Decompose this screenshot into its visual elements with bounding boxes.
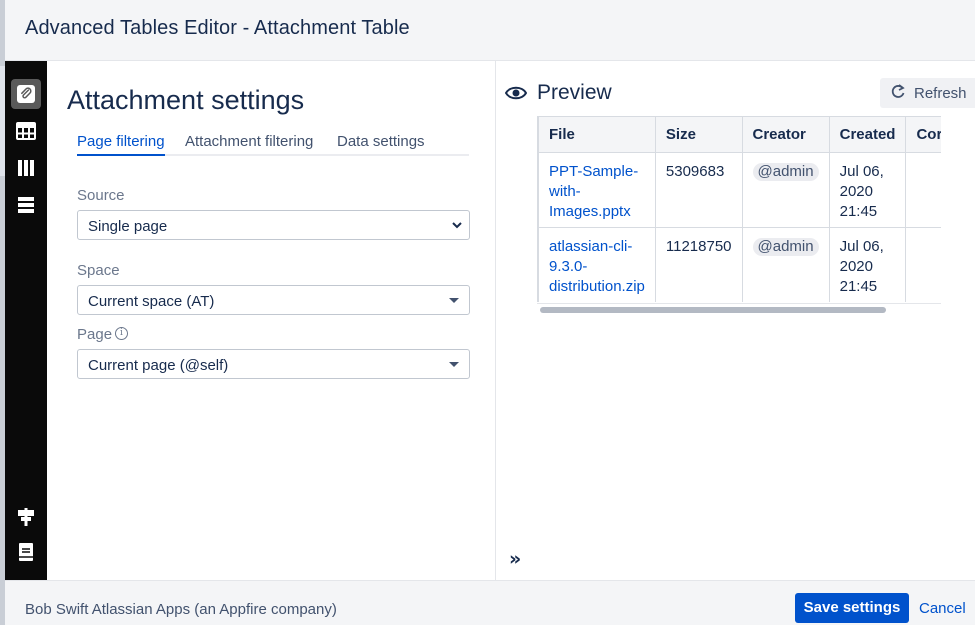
preview-table-wrap: File Size Creator Created Cor PPT-Sample…	[537, 116, 941, 302]
column-header-creator[interactable]: Creator	[741, 116, 830, 153]
size-cell: 5309683	[654, 152, 743, 228]
created-part: 21:45	[839, 278, 878, 295]
created-cell: Jul 06, 2020 21:45	[828, 152, 907, 228]
created-part: Jul 06,	[839, 163, 884, 180]
book-icon[interactable]	[11, 537, 41, 567]
table-header-row: File Size Creator Created Cor	[538, 116, 941, 153]
dialog-header: Advanced Tables Editor - Attachment Tabl…	[5, 0, 975, 61]
signpost-icon[interactable]	[11, 502, 41, 532]
file-name-part: atlassian-cli-	[549, 238, 633, 255]
user-mention[interactable]: @admin	[752, 238, 819, 256]
creator-cell: @admin	[741, 152, 830, 228]
columns-icon[interactable]	[11, 153, 41, 183]
created-part: 2020	[839, 183, 873, 200]
info-icon[interactable]: i	[115, 327, 128, 340]
dialog-title: Advanced Tables Editor - Attachment Tabl…	[25, 17, 410, 39]
space-select-value: Current space (AT)	[88, 293, 215, 310]
file-name-part: distribution.zip	[549, 278, 645, 295]
horizontal-scrollbar[interactable]	[537, 303, 941, 313]
tab-data-settings[interactable]: Data settings	[337, 133, 425, 150]
file-cell: PPT-Sample-with- Images.pptx	[538, 152, 656, 228]
created-part: 2020	[839, 258, 873, 275]
column-header-file[interactable]: File	[538, 116, 656, 153]
column-header-size[interactable]: Size	[654, 116, 743, 153]
vendor-credit: Bob Swift Atlassian Apps (an Appfire com…	[25, 601, 337, 618]
cancel-button[interactable]: Cancel	[919, 600, 966, 617]
file-link[interactable]: PPT-Sample-with- Images.pptx	[549, 163, 638, 220]
file-name-part: PPT-Sample-	[549, 163, 639, 180]
rows-icon[interactable]	[11, 190, 41, 220]
source-select-value: Single page	[88, 218, 168, 235]
comment-cell	[905, 227, 941, 302]
creator-cell: @admin	[741, 227, 830, 302]
page-select-value: Current page (@self)	[88, 357, 229, 374]
eye-icon	[505, 86, 527, 100]
table-icon[interactable]	[11, 116, 41, 146]
file-link[interactable]: atlassian-cli- 9.3.0- distribution.zip	[549, 238, 645, 295]
user-mention[interactable]: @admin	[752, 163, 819, 181]
source-label: Source	[77, 187, 125, 204]
space-select[interactable]: Current space (AT)	[77, 285, 470, 315]
created-part: Jul 06,	[839, 238, 884, 255]
settings-panel: Attachment settings Page filtering Attac…	[47, 61, 496, 580]
dialog-footer: Bob Swift Atlassian Apps (an Appfire com…	[5, 580, 975, 625]
file-name-part: Images.pptx	[549, 203, 631, 220]
column-header-comment[interactable]: Cor	[905, 116, 941, 153]
space-label: Space	[77, 262, 120, 279]
double-chevron-right-icon[interactable]: »	[509, 548, 521, 570]
file-cell: atlassian-cli- 9.3.0- distribution.zip	[538, 227, 656, 302]
table-row: PPT-Sample-with- Images.pptx 5309683 @adm…	[538, 152, 941, 228]
active-tab-indicator	[77, 154, 165, 156]
preview-panel: Preview Refresh File Size Creator Create…	[497, 61, 975, 580]
settings-tabs: Page filtering Attachment filtering Data…	[77, 131, 469, 156]
size-cell: 11218750	[654, 227, 743, 302]
refresh-icon	[891, 84, 905, 98]
icon-rail	[5, 61, 47, 580]
refresh-label: Refresh	[914, 85, 967, 102]
paperclip-icon[interactable]	[11, 79, 41, 109]
chevron-down-icon	[452, 222, 462, 229]
created-cell: Jul 06, 2020 21:45	[828, 227, 907, 302]
refresh-button[interactable]: Refresh	[880, 78, 975, 108]
preview-table: File Size Creator Created Cor PPT-Sample…	[538, 116, 941, 302]
column-header-created[interactable]: Created	[828, 116, 907, 153]
created-part: 21:45	[839, 203, 878, 220]
tab-attachment-filtering[interactable]: Attachment filtering	[185, 133, 313, 150]
file-name-part: 9.3.0-	[549, 258, 588, 275]
caret-down-icon	[449, 362, 459, 367]
tab-page-filtering[interactable]: Page filtering	[77, 133, 165, 150]
save-settings-button[interactable]: Save settings	[795, 593, 909, 623]
table-row: atlassian-cli- 9.3.0- distribution.zip 112…	[538, 227, 941, 302]
caret-down-icon	[449, 298, 459, 303]
preview-title: Preview	[537, 81, 612, 104]
scrollbar-thumb[interactable]	[540, 307, 886, 313]
file-name-part: with-	[549, 183, 581, 200]
settings-heading: Attachment settings	[67, 85, 305, 115]
page-select[interactable]: Current page (@self)	[77, 349, 470, 379]
comment-cell	[905, 152, 941, 228]
source-select[interactable]: Single page	[77, 210, 470, 240]
page-label: Page	[77, 326, 113, 343]
